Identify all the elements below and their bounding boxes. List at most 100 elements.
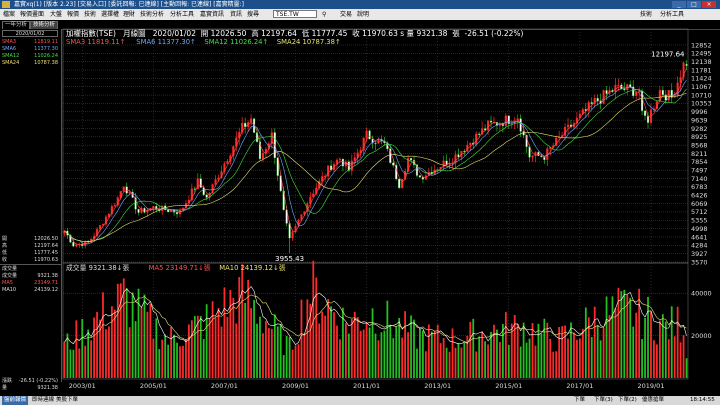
vol-legend-ma10: MA10 24139.12↓張 xyxy=(219,264,286,272)
candle-body xyxy=(664,94,667,101)
status-order-3[interactable]: 下單(2) xyxy=(618,396,637,405)
volume-bar xyxy=(330,306,332,378)
volume-bar xyxy=(647,296,649,378)
candle-body xyxy=(330,165,333,171)
legend-sma6-label: SMA6 xyxy=(136,38,156,46)
legend-sma12-label: SMA12 xyxy=(204,38,228,46)
volume-bar xyxy=(664,321,667,378)
volume-bar xyxy=(484,341,486,378)
candle-body xyxy=(125,186,128,194)
volume-bar xyxy=(623,289,626,378)
volume-bar xyxy=(460,347,463,378)
candle-body xyxy=(113,205,116,207)
price-tick-label: 11781 xyxy=(691,66,712,74)
candle-body xyxy=(646,115,650,123)
volume-bar xyxy=(534,345,537,378)
volume-bar xyxy=(297,344,300,378)
volume-bar xyxy=(667,339,670,378)
volume-bar xyxy=(386,300,389,378)
volume-bar xyxy=(190,320,193,378)
volume-bar xyxy=(155,318,158,378)
candle-body xyxy=(436,169,439,171)
volume-bar xyxy=(199,316,202,378)
candle-body xyxy=(350,160,353,171)
price-tick-label: 4641 xyxy=(691,233,708,241)
volume-bar xyxy=(226,316,229,378)
volume-bar xyxy=(632,326,635,378)
volume-bar xyxy=(102,292,104,378)
volume-bar xyxy=(593,306,596,378)
legend-sma24-value: 10787.38 xyxy=(302,38,335,46)
volume-bar xyxy=(430,331,433,378)
volume-bar xyxy=(422,330,424,378)
volume-bar xyxy=(321,311,324,378)
volume-bar xyxy=(493,324,495,378)
candle-body xyxy=(463,151,466,153)
status-tab-live[interactable]: 即時連線 xyxy=(32,396,54,405)
volume-tick-label: 40000 xyxy=(691,290,712,298)
price-tick-label: 10710 xyxy=(691,91,712,99)
volume-bar xyxy=(427,324,430,378)
price-tick-label: 9639 xyxy=(691,116,708,124)
candle-body xyxy=(661,90,664,95)
legend-sma12: SMA12 11026.24↑ xyxy=(204,38,269,46)
volume-bar xyxy=(653,340,655,378)
volume-bar xyxy=(108,326,110,378)
header-low-label: 低 xyxy=(301,29,310,38)
price-tick-label: 7854 xyxy=(691,158,708,166)
volume-bar xyxy=(105,329,107,378)
x-tick-label: 2013/01 xyxy=(424,382,451,390)
volume-bar xyxy=(558,326,561,378)
volume-bar xyxy=(300,299,303,378)
volume-bar xyxy=(570,322,572,378)
candle-body xyxy=(368,130,371,140)
status-order-1[interactable]: 下單 xyxy=(574,396,585,405)
candle-body xyxy=(167,209,170,213)
volume-bar xyxy=(113,309,116,378)
legend-sma3-value: 11819.11 xyxy=(87,38,120,46)
status-order-promo[interactable]: 優惠搶單 xyxy=(642,396,664,405)
price-tick-label: 12495 xyxy=(691,50,712,58)
volume-bar xyxy=(522,322,525,378)
status-order-2[interactable]: 下單(3) xyxy=(594,396,613,405)
volume-bar xyxy=(599,340,602,378)
legend-sma3-label: SMA3 xyxy=(66,38,86,46)
status-tab-premarket[interactable]: 盤前報價 xyxy=(2,396,29,405)
candle-body xyxy=(353,157,356,162)
volume-bar xyxy=(306,299,309,378)
volume-bar xyxy=(336,325,338,378)
volume-bar xyxy=(318,323,321,378)
volume-bar xyxy=(134,321,137,378)
candle-body xyxy=(122,186,125,192)
chart-canvas[interactable]: 1285212495121381178111424110671071010353… xyxy=(0,0,720,396)
volume-bar xyxy=(629,297,632,378)
price-tick-label: 6069 xyxy=(691,200,708,208)
volume-bar xyxy=(442,338,445,378)
volume-bar xyxy=(413,319,415,378)
volume-bar xyxy=(478,336,481,378)
candle-body xyxy=(72,242,75,247)
volume-bar xyxy=(457,343,460,378)
volume-bar xyxy=(164,334,167,378)
volume-bar xyxy=(424,351,427,378)
volume-bar xyxy=(496,329,498,378)
price-tick-label: 7140 xyxy=(691,175,708,183)
volume-bar xyxy=(481,331,484,378)
header-high-label: 高 xyxy=(251,29,259,38)
x-tick-label: 2009/01 xyxy=(282,382,309,390)
candle-body xyxy=(291,231,294,239)
legend-sma6-value: 11377.30 xyxy=(157,38,191,46)
header-high: 12197.64 xyxy=(261,29,297,38)
volume-bar xyxy=(644,317,646,378)
header-vol-label: s 量 xyxy=(400,29,415,38)
volume-bar xyxy=(516,323,519,378)
volume-bar xyxy=(356,317,359,378)
volume-bar xyxy=(507,345,510,378)
volume-bar xyxy=(475,351,478,378)
status-tab-us-order[interactable]: 美股下單 xyxy=(56,396,78,405)
volume-bar xyxy=(288,337,291,378)
candle-body xyxy=(137,209,140,213)
volume-bar xyxy=(359,330,362,378)
volume-bar xyxy=(635,312,638,378)
header-low: 11777.45 xyxy=(311,29,348,38)
